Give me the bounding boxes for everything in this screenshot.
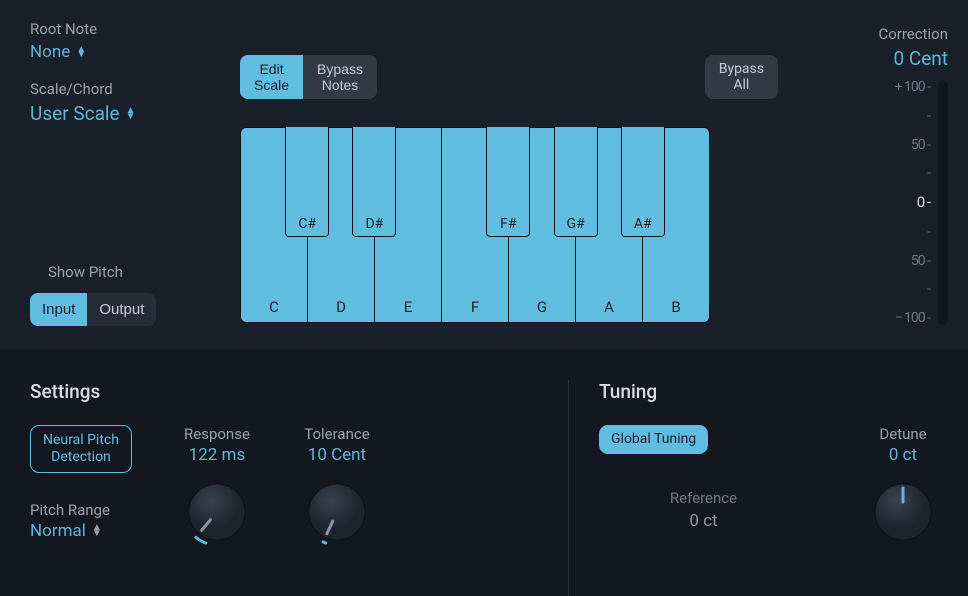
pitch-range-value: Normal	[30, 521, 86, 541]
response-value: 122 ms	[182, 445, 252, 465]
piano-key-gsharp[interactable]: G#	[554, 127, 598, 237]
pitch-range-label: Pitch Range	[30, 501, 132, 519]
meter-tick-zero: 0 -	[917, 195, 930, 210]
detune-knob-block: Detune 0 ct	[868, 425, 938, 547]
piano-key-asharp[interactable]: A#	[621, 127, 665, 237]
meter-tick: − 100 -	[895, 311, 930, 325]
meter-tick: 50 -	[911, 138, 930, 152]
center-panel: Edit Scale Bypass Notes Bypass All CDEFG…	[205, 20, 783, 350]
meter-tick: -	[927, 225, 930, 239]
meter-tick: 50 -	[911, 254, 930, 268]
correction-meter: + 100 - - 50 - - 0 - - 50 - - − 100 -	[783, 80, 948, 325]
reference-value: 0 ct	[599, 511, 808, 531]
correction-title: Correction	[783, 25, 948, 43]
chevron-updown-icon: ▲▼	[76, 47, 86, 58]
scale-label: Scale/Chord	[30, 80, 205, 98]
chevron-updown-icon: ▲▼	[126, 108, 136, 119]
piano-key-fsharp[interactable]: F#	[486, 127, 530, 237]
detune-value: 0 ct	[868, 445, 938, 465]
pitch-range-dropdown[interactable]: Normal ▲▼	[30, 521, 102, 541]
piano-key-csharp[interactable]: C#	[285, 127, 329, 237]
response-knob-block: Response 122 ms	[182, 425, 252, 547]
correction-value: 0 Cent	[783, 47, 948, 70]
neural-pitch-button[interactable]: Neural Pitch Detection	[30, 425, 132, 473]
root-note-label: Root Note	[30, 20, 205, 38]
root-note-value: None	[30, 42, 70, 62]
show-pitch-segmented: Input Output	[30, 293, 156, 326]
correction-panel: Correction 0 Cent + 100 - - 50 - - 0 - -…	[783, 20, 948, 350]
tolerance-label: Tolerance	[302, 425, 372, 443]
root-note-dropdown[interactable]: None ▲▼	[30, 42, 86, 62]
settings-title: Settings	[30, 380, 543, 403]
show-pitch-label: Show Pitch	[48, 263, 205, 281]
show-pitch-input[interactable]: Input	[30, 293, 87, 326]
scale-dropdown[interactable]: User Scale ▲▼	[30, 102, 136, 125]
meter-track[interactable]	[938, 80, 948, 325]
keyboard: CDEFGAB C#D#F#G#A#	[240, 127, 710, 323]
response-label: Response	[182, 425, 252, 443]
detune-knob[interactable]	[868, 477, 938, 547]
scale-value: User Scale	[30, 102, 120, 125]
meter-tick: -	[927, 109, 930, 123]
reference-label: Reference	[599, 489, 808, 507]
scale-mode-segmented: Edit Scale Bypass Notes	[240, 55, 377, 99]
show-pitch-output[interactable]: Output	[87, 293, 156, 326]
bypass-all-button[interactable]: Bypass All	[705, 55, 778, 99]
meter-tick: -	[927, 282, 930, 296]
settings-section: Settings Neural Pitch Detection Pitch Ra…	[30, 380, 568, 596]
tolerance-knob-block: Tolerance 10 Cent	[302, 425, 372, 547]
left-panel: Root Note None ▲▼ Scale/Chord User Scale…	[30, 20, 205, 350]
meter-tick: + 100 -	[895, 80, 930, 94]
tolerance-value: 10 Cent	[302, 445, 372, 465]
tolerance-knob[interactable]	[302, 477, 372, 547]
tuning-title: Tuning	[599, 380, 938, 403]
edit-scale-button[interactable]: Edit Scale	[240, 55, 303, 99]
piano-key-dsharp[interactable]: D#	[352, 127, 396, 237]
tuning-section: Tuning Global Tuning Reference 0 ct Detu…	[568, 380, 938, 596]
chevron-updown-icon: ▲▼	[92, 525, 102, 536]
meter-tick: -	[927, 166, 930, 180]
bypass-notes-button[interactable]: Bypass Notes	[303, 55, 377, 99]
global-tuning-button[interactable]: Global Tuning	[599, 425, 708, 454]
response-knob[interactable]	[182, 477, 252, 547]
detune-label: Detune	[868, 425, 938, 443]
